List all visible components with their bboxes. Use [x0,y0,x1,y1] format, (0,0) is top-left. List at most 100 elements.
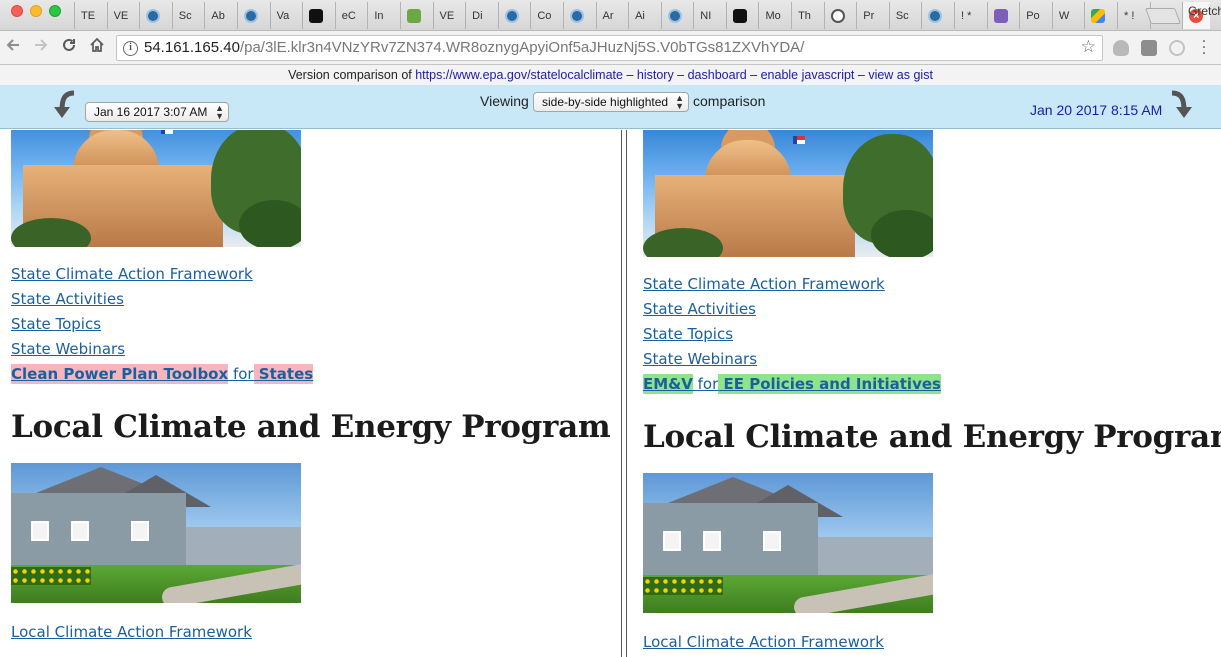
browser-tab[interactable]: Sc [888,2,921,29]
browser-tab[interactable]: ! * [954,2,986,29]
browser-tab[interactable] [660,2,693,29]
left-version-value: Jan 16 2017 3:07 AM [94,105,208,119]
view-as-gist-link[interactable]: view as gist [868,68,933,82]
tab-label: Mo [765,9,781,22]
browser-tab[interactable]: Va [269,2,302,29]
enable-javascript-link[interactable]: enable javascript [761,68,855,82]
browser-tab[interactable]: Th [791,2,823,29]
viewing-label: Viewing [480,93,529,109]
tab-label: Th [798,9,811,22]
extension-square-icon[interactable] [1141,40,1157,56]
link-state-climate-action-framework[interactable]: State Climate Action Framework [643,272,1221,297]
tab-label: W [1058,9,1070,22]
next-version-button[interactable] [1166,90,1194,127]
browser-tab[interactable] [1084,2,1116,29]
tab-label: Sc [895,9,909,22]
link-local-climate-action-framework[interactable]: Local Climate Action Framework [643,630,1221,655]
link-state-topics[interactable]: State Topics [643,322,1221,347]
previous-version-button[interactable] [52,90,80,127]
nc-icon [406,8,421,23]
browser-tab[interactable]: Ar [595,2,628,29]
browser-tab[interactable]: In [367,2,399,29]
state-capitol-image [11,130,301,247]
browser-tab[interactable]: Ab [204,2,236,29]
deleted-clean-power-plan-toolbox[interactable]: Clean Power Plan Toolbox [11,364,229,384]
state-capitol-image [643,130,933,257]
link-state-activities[interactable]: State Activities [11,287,591,312]
minimize-window-button[interactable] [30,5,42,17]
pl-icon [309,8,324,23]
profile-name[interactable]: Gretch [1188,4,1221,18]
dashboard-link[interactable]: dashboard [688,68,747,82]
comparison-mode-select[interactable]: side-by-side highlighted ▲ ▼ [533,92,689,112]
gear-icon [830,8,845,23]
extension-circle-icon[interactable] [1169,40,1185,56]
browser-tab[interactable]: * ! [1117,2,1149,29]
browser-tab[interactable]: TE [74,2,106,29]
target-url-link[interactable]: https://www.epa.gov/statelocalclimate [415,68,623,82]
browser-tab[interactable]: W [1051,2,1084,29]
link-state-webinars[interactable]: State Webinars [643,347,1221,372]
tab-label: TE [81,9,96,22]
extension-cloud-icon[interactable] [1113,40,1129,56]
browser-tab[interactable] [823,2,856,29]
browser-tab[interactable] [562,2,595,29]
browser-tab[interactable] [497,2,530,29]
history-link[interactable]: history [637,68,674,82]
browser-tab[interactable] [921,2,953,29]
browser-tab[interactable] [986,2,1019,29]
new-tab-button[interactable] [1145,8,1181,24]
browser-tab[interactable]: Di [465,2,497,29]
link-state-activities[interactable]: State Activities [643,297,1221,322]
left-version-select[interactable]: Jan 16 2017 3:07 AM ▲ ▼ [85,102,229,122]
reload-icon [63,38,75,51]
info-icon[interactable]: i [123,41,138,56]
browser-tab[interactable]: Mo [758,2,790,29]
deleted-states[interactable]: States [253,364,314,384]
arrow-right-icon [35,39,48,51]
browser-tab[interactable] [725,2,758,29]
browser-tab[interactable]: Co [530,2,562,29]
browser-tab[interactable]: VE [106,2,139,29]
flower-bed [643,577,723,595]
epa-seal-icon [569,8,584,23]
forward-button[interactable] [30,37,52,59]
maps-icon [1091,8,1106,23]
browser-toolbar: i 54.161.165.40/pa/3lE.klr3n4VNzYRv7ZN37… [0,31,1221,65]
browser-menu-icon[interactable]: · · · [1197,35,1211,61]
inserted-emv[interactable]: EM&V [643,374,693,394]
browser-tab[interactable] [302,2,334,29]
tab-label: Pr [863,9,875,22]
browser-tab[interactable]: Ai [628,2,660,29]
maximize-window-button[interactable] [49,5,61,17]
browser-tab[interactable]: Sc [171,2,204,29]
tab-label: * ! [1124,9,1135,22]
bookmark-star-icon[interactable]: ☆ [1081,37,1096,57]
browser-tab[interactable]: eC [334,2,367,29]
link-local-climate-action-framework[interactable]: Local Climate Action Framework [11,620,591,645]
url-text[interactable]: 54.161.165.40/pa/3lE.klr3n4VNzYRv7ZN374.… [144,39,804,56]
curved-arrow-down-icon [54,90,75,118]
address-bar[interactable]: i 54.161.165.40/pa/3lE.klr3n4VNzYRv7ZN37… [116,35,1103,61]
tab-label: eC [341,9,356,22]
browser-tab[interactable]: Po [1019,2,1051,29]
home-button[interactable] [86,37,108,59]
browser-tab[interactable] [139,2,171,29]
link-state-topics[interactable]: State Topics [11,312,591,337]
inserted-ee-policies[interactable]: EE Policies and Initiatives [718,374,941,394]
select-caret-icon: ▲ ▼ [675,93,684,111]
browser-tab[interactable]: NI [693,2,725,29]
link-state-webinars[interactable]: State Webinars [11,337,591,362]
link-state-climate-action-framework[interactable]: State Climate Action Framework [11,262,591,287]
epa-seal-icon [667,8,682,23]
browser-tab[interactable]: VE [432,2,465,29]
close-window-button[interactable] [11,5,23,17]
comparison-mode-value: side-by-side highlighted [542,95,669,109]
back-button[interactable] [2,37,24,59]
browser-tab[interactable]: Pr [856,2,888,29]
separator: – [854,68,869,82]
suburban-house-image [11,463,301,603]
browser-tab[interactable] [399,2,432,29]
reload-button[interactable] [58,37,80,59]
browser-tab[interactable] [236,2,269,29]
